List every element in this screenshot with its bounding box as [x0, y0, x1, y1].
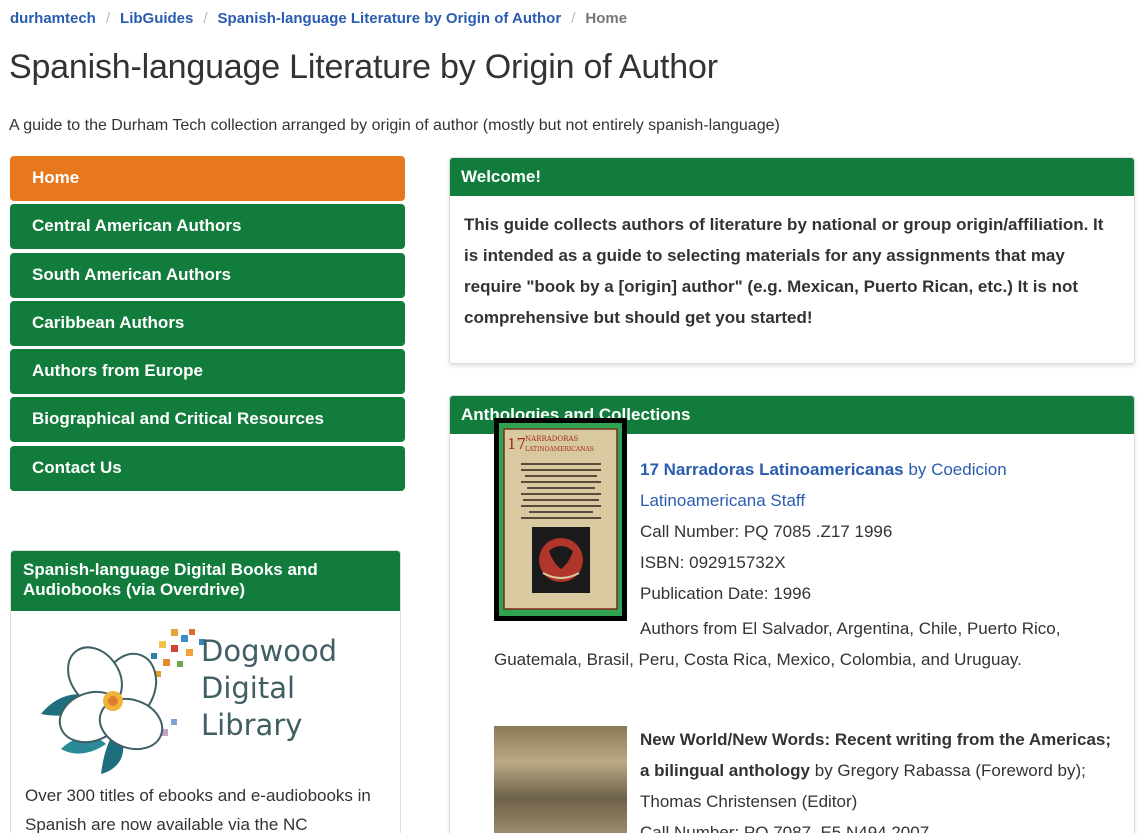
book-cover-new-world-new-words[interactable]	[494, 726, 627, 833]
nav-item-authors-from-europe[interactable]: Authors from Europe	[10, 349, 405, 395]
overdrive-box: Spanish-language Digital Books and Audio…	[10, 550, 401, 833]
nav-item-home[interactable]: Home	[10, 156, 405, 201]
breadcrumb-separator: /	[571, 10, 576, 27]
book-call-number-2: Call Number: PQ 7087 .E5 N494 2007	[640, 823, 930, 833]
book-isbn: ISBN: 092915732X	[640, 553, 786, 572]
anthologies-panel: Anthologies and Collections 17 NARRADORA…	[449, 395, 1135, 833]
nav-item-south-american-authors[interactable]: South American Authors	[10, 252, 405, 298]
dogwood-digital-library-logo[interactable]: Dogwood Digital Library	[11, 611, 400, 781]
page-description: A guide to the Durham Tech collection ar…	[9, 117, 780, 134]
anthology-item: 17 Narradoras Latinoamericanas by Coedic…	[450, 434, 1134, 609]
nav-item-biographical-critical-resources[interactable]: Biographical and Critical Resources	[10, 397, 405, 443]
nav-item-contact-us[interactable]: Contact Us	[10, 445, 405, 491]
breadcrumb-link-durhamtech[interactable]: durhamtech	[10, 10, 96, 27]
welcome-panel-title: Welcome!	[450, 158, 1134, 196]
breadcrumb: durhamtech / LibGuides / Spanish-language Li…	[10, 10, 627, 27]
welcome-panel: Welcome! This guide collects authors of …	[449, 157, 1135, 364]
guide-nav: Home Central American Authors South Amer…	[10, 156, 405, 494]
breadcrumb-separator: /	[203, 10, 208, 27]
page-title: Spanish-language Literature by Origin of…	[9, 48, 718, 86]
nav-item-caribbean-authors[interactable]: Caribbean Authors	[10, 300, 405, 346]
nav-item-central-american-authors[interactable]: Central American Authors	[10, 204, 405, 250]
book-note: Authors from El Salvador, Argentina, Chi…	[494, 619, 1061, 669]
breadcrumb-current: Home	[585, 10, 628, 27]
book-title-link[interactable]: 17 Narradoras Latinoamericanas	[640, 460, 904, 479]
breadcrumb-link-guide[interactable]: Spanish-language Literature by Origin of…	[218, 10, 562, 27]
breadcrumb-separator: /	[105, 10, 111, 27]
welcome-panel-body: This guide collects authors of literatur…	[464, 215, 1104, 327]
book-by: by	[908, 460, 927, 479]
dogwood-logo-text: Dogwood Digital Library	[201, 634, 338, 742]
book-call-number: Call Number: PQ 7085 .Z17 1996	[640, 522, 893, 541]
overdrive-box-title: Spanish-language Digital Books and Audio…	[11, 551, 400, 611]
dogwood-flower-icon	[41, 629, 205, 774]
breadcrumb-link-libguides[interactable]: LibGuides	[120, 10, 193, 27]
anthology-item-2: New World/New Words: Recent writing from…	[640, 724, 1120, 833]
overdrive-description: Over 300 titles of ebooks and e-audioboo…	[25, 786, 371, 833]
book-pub-date: Publication Date: 1996	[640, 584, 812, 603]
